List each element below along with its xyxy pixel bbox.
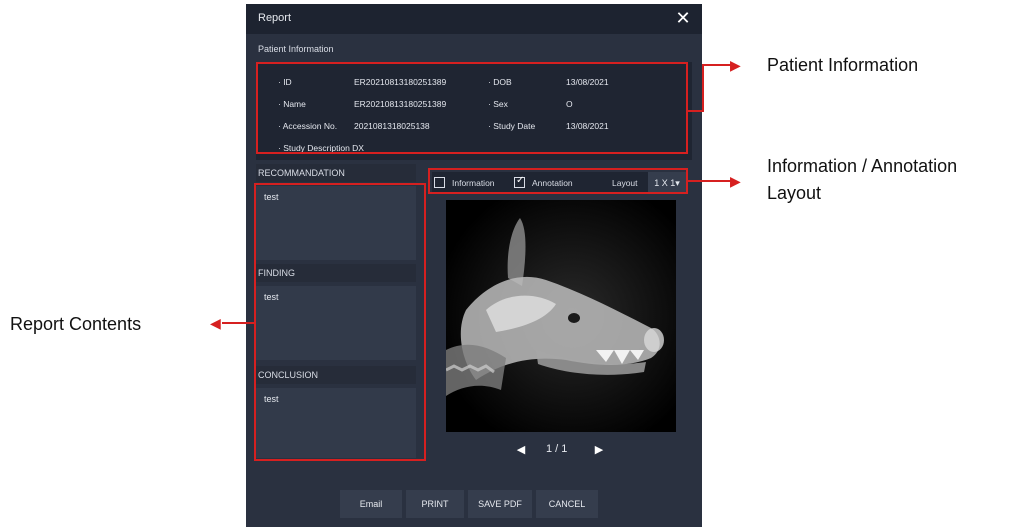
connector-line: [688, 180, 732, 182]
callout-info-annotation-line1: Information / Annotation: [767, 156, 958, 176]
callout-report-contents: Report Contents: [10, 314, 142, 334]
save-pdf-button[interactable]: SAVE PDF: [468, 490, 532, 518]
page-indicator: 1 / 1: [546, 443, 568, 455]
toolbar-highlight: [428, 168, 688, 194]
callout-info-annotation-line2: Layout: [767, 183, 822, 203]
cancel-button[interactable]: CANCEL: [536, 490, 598, 518]
report-contents-highlight: [254, 183, 426, 461]
email-button[interactable]: Email: [340, 490, 402, 518]
triangle-left-icon[interactable]: ◀: [514, 442, 528, 458]
close-icon[interactable]: ✕: [672, 7, 694, 29]
recommendation-header: RECOMMANDATION: [256, 164, 416, 182]
xray-image: [446, 200, 676, 432]
callout-patient-information: Patient Information: [767, 55, 919, 75]
arrow-left-icon: ◀: [210, 315, 221, 331]
print-button[interactable]: PRINT: [406, 490, 464, 518]
patient-information-highlight: [256, 62, 688, 154]
title-bar: Report ✕: [246, 4, 702, 34]
dialog-title: Report: [258, 12, 292, 24]
xray-image-viewer[interactable]: [446, 200, 676, 432]
arrow-right-icon: ▶: [730, 57, 741, 73]
connector-line: [702, 64, 704, 112]
arrow-right-icon: ▶: [730, 173, 741, 189]
connector-line: [222, 322, 254, 324]
connector-line: [702, 64, 732, 66]
patient-information-label: Patient Information: [258, 44, 334, 54]
triangle-right-icon[interactable]: ▶: [592, 442, 606, 458]
